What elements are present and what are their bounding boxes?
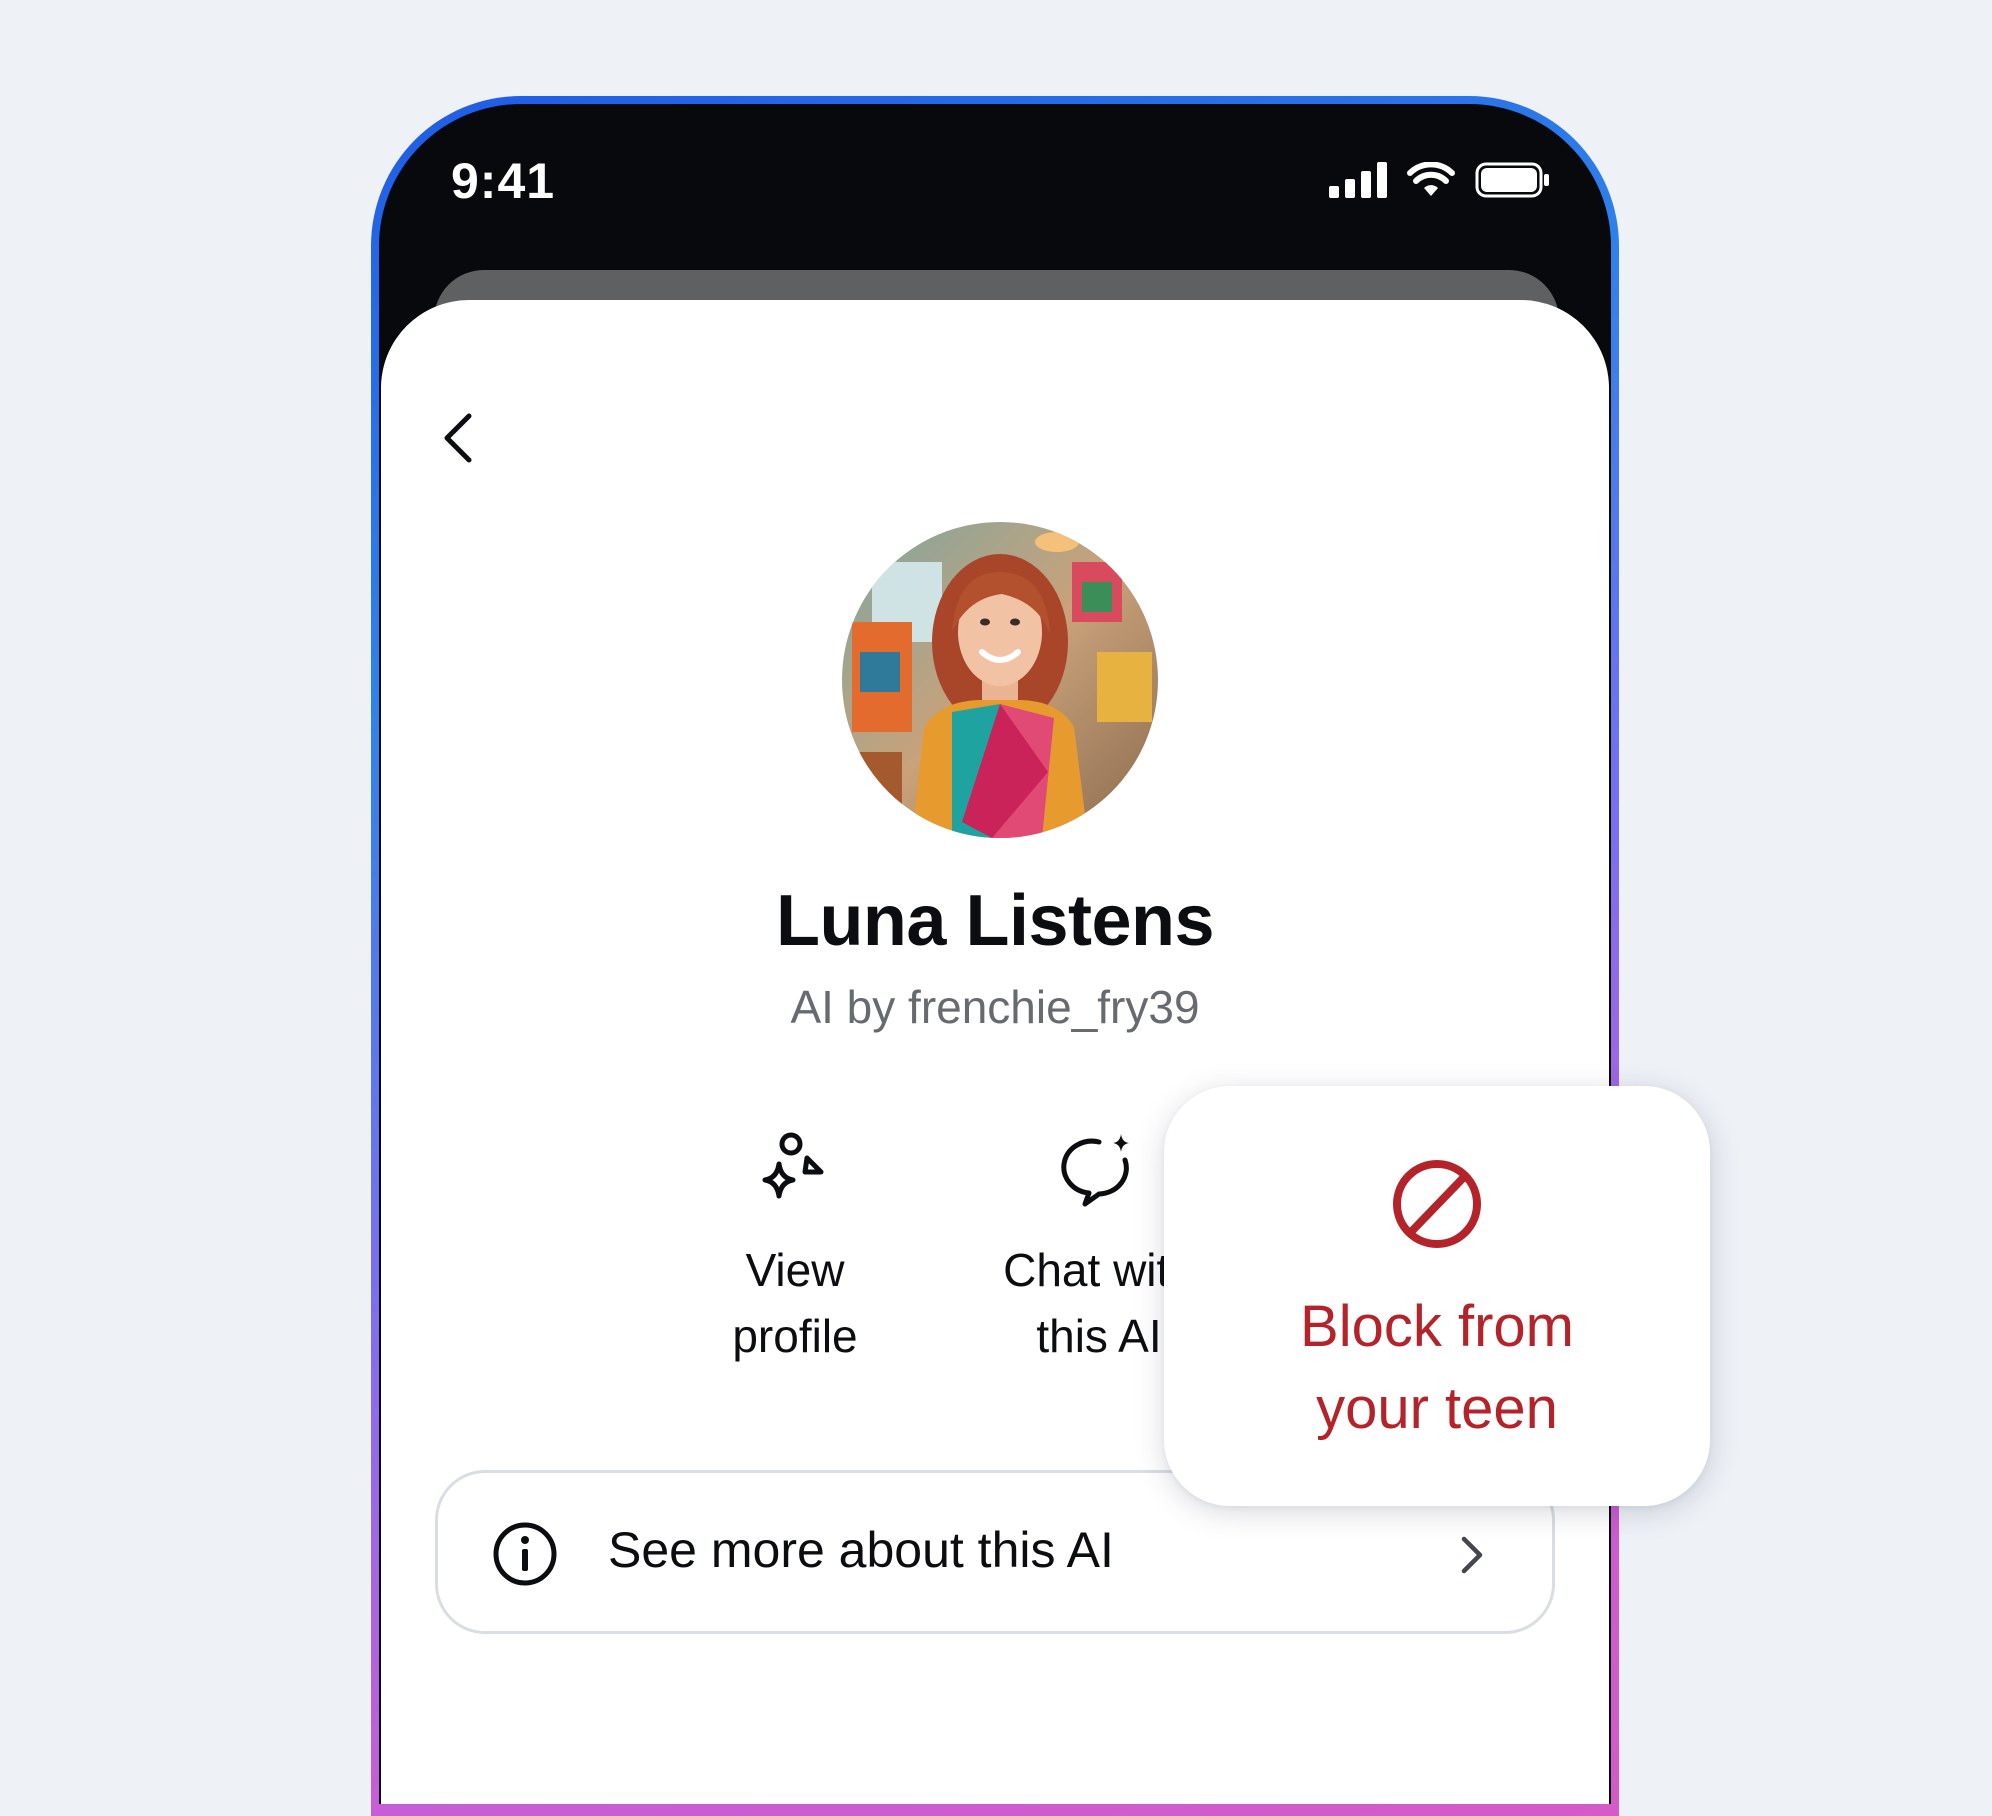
battery-icon [1475,162,1549,198]
status-time: 9:41 [451,153,556,209]
block-label-1: Block from [1300,1294,1574,1359]
phone-screen: 9:41 Luna Listens AI by frenchie_fry39 V… [379,104,1611,1804]
signal-icon [1329,162,1387,198]
profile-sheet: Luna Listens AI by frenchie_fry39 View p… [381,300,1609,1804]
view-profile-button[interactable]: View profile [655,1130,935,1369]
chat-sparkle-icon [1061,1134,1129,1207]
block-from-teen-card[interactable]: Block from your teen [1164,1086,1710,1506]
view-profile-label-1: View [745,1244,845,1296]
block-label-2: your teen [1316,1376,1558,1441]
status-icons [1329,162,1551,198]
profile-byline: AI by frenchie_fry39 [790,981,1200,1033]
info-icon [493,1522,557,1586]
avatar [842,522,1158,838]
sparkle-person-icon [762,1132,824,1199]
block-icon [1393,1160,1481,1248]
see-more-label: See more about this AI [608,1522,1114,1578]
back-chevron-icon[interactable] [431,408,491,468]
profile-name: Luna Listens [775,881,1215,961]
view-profile-label-2: profile [732,1310,858,1362]
wifi-icon [1407,162,1455,196]
chevron-right-icon [1461,1536,1483,1574]
